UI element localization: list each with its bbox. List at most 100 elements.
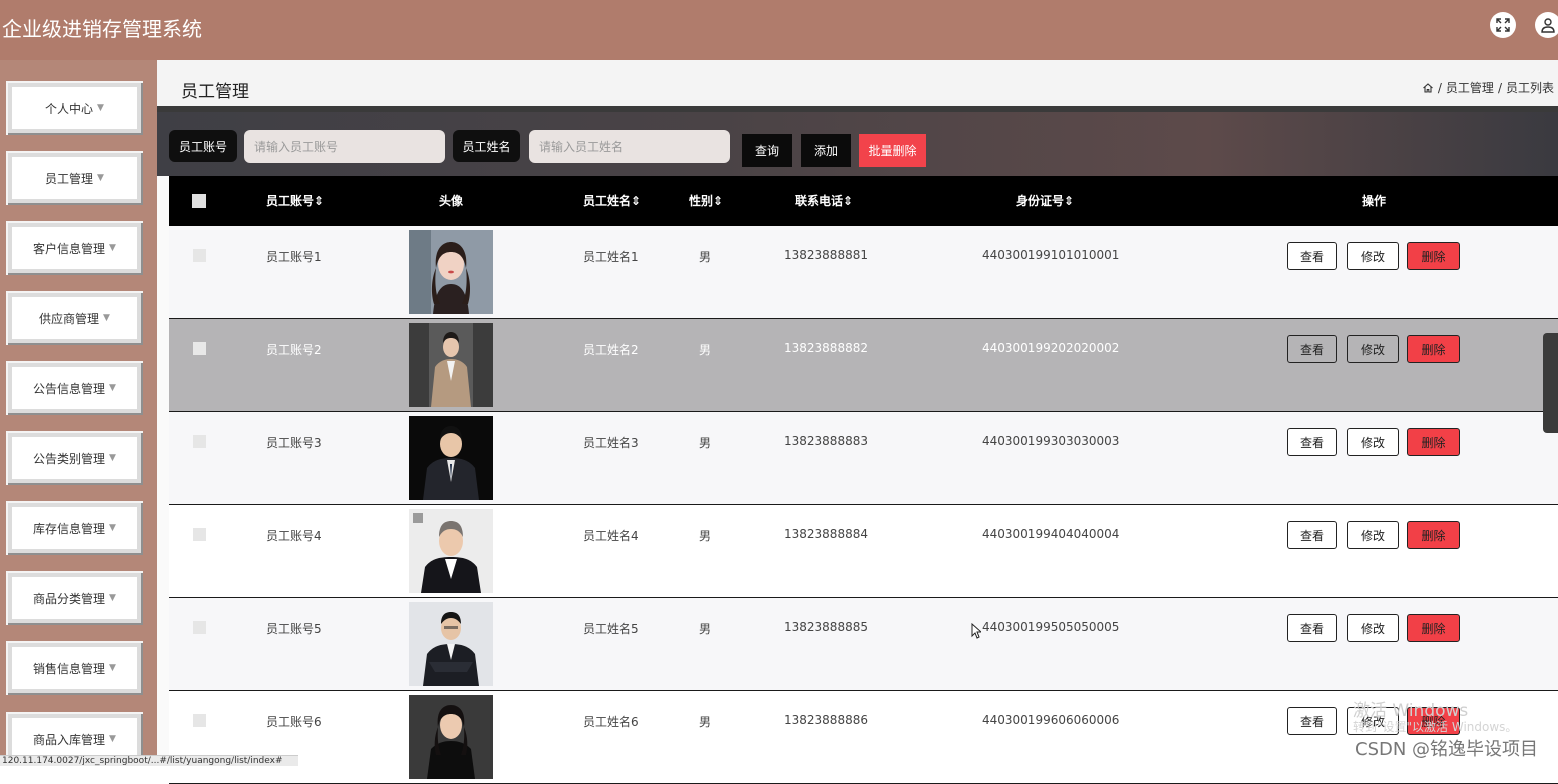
caret-down-icon: ▼: [109, 453, 116, 463]
sidebar-item-label: 客户信息管理: [33, 241, 106, 256]
cell-name: 员工姓名5: [583, 622, 639, 636]
cell-name: 员工姓名6: [583, 715, 639, 729]
account-label: 员工账号: [169, 130, 237, 162]
delete-button[interactable]: 删除: [1407, 335, 1460, 363]
cell-gender: 男: [699, 715, 712, 729]
sidebar-item-label: 库存信息管理: [33, 521, 106, 536]
name-search-input[interactable]: [529, 130, 730, 163]
th-avatar: 头像: [439, 194, 464, 208]
cell-id-card: 440300199606060006: [982, 713, 1120, 727]
cell-gender: 男: [699, 250, 712, 264]
batch-delete-button[interactable]: 批量删除: [859, 134, 926, 167]
th-account[interactable]: 员工账号⇕: [266, 176, 324, 226]
fullscreen-icon[interactable]: [1490, 12, 1516, 38]
csdn-watermark: CSDN @铭逸毕设项目: [1355, 739, 1539, 760]
cell-gender: 男: [699, 529, 712, 543]
caret-down-icon: ▼: [109, 523, 116, 533]
view-button[interactable]: 查看: [1287, 521, 1337, 549]
th-id-card[interactable]: 身份证号⇕: [1016, 176, 1074, 226]
row-checkbox[interactable]: [193, 621, 206, 634]
sidebar-item-employee[interactable]: 员工管理 ▼: [6, 151, 143, 205]
breadcrumb: / 员工管理 / 员工列表: [1422, 79, 1554, 96]
cell-name: 员工姓名3: [583, 436, 639, 450]
view-button[interactable]: 查看: [1287, 614, 1337, 642]
cell-account: 员工账号4: [266, 529, 322, 543]
sidebar-item-label: 销售信息管理: [33, 661, 106, 676]
edit-button[interactable]: 修改: [1347, 242, 1399, 270]
row-checkbox[interactable]: [193, 714, 206, 727]
account-search-input[interactable]: [244, 130, 445, 163]
breadcrumb-employee-list: 员工列表: [1505, 81, 1554, 95]
cell-account: 员工账号6: [266, 715, 322, 729]
delete-button[interactable]: 删除: [1407, 614, 1460, 642]
sidebar-item-label: 供应商管理: [39, 311, 100, 326]
th-name[interactable]: 员工姓名⇕: [583, 176, 641, 226]
delete-button[interactable]: 删除: [1407, 242, 1460, 270]
avatar: [409, 323, 493, 407]
avatar: [409, 509, 493, 593]
query-button[interactable]: 查询: [742, 134, 792, 167]
edit-button[interactable]: 修改: [1347, 428, 1399, 456]
sidebar-item-notice-category[interactable]: 公告类别管理 ▼: [6, 431, 143, 485]
cell-id-card: 440300199404040004: [982, 527, 1120, 541]
user-icon[interactable]: [1535, 12, 1558, 38]
cell-account: 员工账号1: [266, 250, 322, 264]
delete-button[interactable]: 删除: [1407, 428, 1460, 456]
sidebar-item-label: 商品入库管理: [33, 732, 106, 747]
select-all-checkbox[interactable]: [192, 194, 206, 208]
sidebar-item-inventory[interactable]: 库存信息管理 ▼: [6, 501, 143, 555]
cell-gender: 男: [699, 436, 712, 450]
row-checkbox[interactable]: [193, 435, 206, 448]
avatar: [409, 602, 493, 686]
view-button[interactable]: 查看: [1287, 242, 1337, 270]
view-button[interactable]: 查看: [1287, 428, 1337, 456]
cell-id-card: 440300199303030003: [982, 434, 1120, 448]
caret-down-icon: ▼: [109, 593, 116, 603]
sidebar-item-personal-center[interactable]: 个人中心 ▼: [6, 81, 143, 135]
cell-name: 员工姓名4: [583, 529, 639, 543]
sidebar-item-sales[interactable]: 销售信息管理 ▼: [6, 641, 143, 695]
app-title: 企业级进销存管理系统: [2, 17, 202, 41]
edit-button[interactable]: 修改: [1347, 521, 1399, 549]
sidebar-item-supplier[interactable]: 供应商管理 ▼: [6, 291, 143, 345]
cell-account: 员工账号5: [266, 622, 322, 636]
page-header: 员工管理 / 员工管理 / 员工列表: [157, 60, 1558, 106]
table-row: 员工账号4 员工姓名4 男 13823888884 44030019940404…: [169, 505, 1558, 598]
sidebar-item-label: 公告信息管理: [33, 381, 106, 396]
sidebar-item-notice[interactable]: 公告信息管理 ▼: [6, 361, 143, 415]
delete-button[interactable]: 删除: [1407, 521, 1460, 549]
add-button[interactable]: 添加: [801, 134, 851, 167]
sidebar-item-customer[interactable]: 客户信息管理 ▼: [6, 221, 143, 275]
breadcrumb-sep: /: [1497, 80, 1502, 95]
edit-button[interactable]: 修改: [1347, 335, 1399, 363]
scrollbar-thumb[interactable]: [1543, 333, 1558, 433]
main-content: 员工管理 / 员工管理 / 员工列表 员工账号 员工姓名 查询 添加 批量删除 …: [157, 60, 1558, 784]
row-checkbox[interactable]: [193, 249, 206, 262]
sort-icon: ⇕: [631, 194, 642, 208]
breadcrumb-employee[interactable]: 员工管理: [1446, 79, 1494, 96]
th-gender[interactable]: 性别⇕: [689, 176, 723, 226]
home-icon[interactable]: [1422, 82, 1434, 94]
cell-phone: 13823888886: [784, 713, 868, 727]
view-button[interactable]: 查看: [1287, 707, 1337, 735]
sidebar: 个人中心 ▼ 员工管理 ▼ 客户信息管理 ▼ 供应商管理 ▼ 公告信息管理 ▼ 公告类别管…: [0, 60, 157, 766]
top-bar: 企业级进销存管理系统: [0, 0, 1558, 60]
row-checkbox[interactable]: [193, 528, 206, 541]
name-label: 员工姓名: [453, 130, 520, 162]
caret-down-icon: ▼: [109, 383, 116, 393]
caret-down-icon: ▼: [109, 243, 116, 253]
sidebar-item-label: 个人中心: [45, 101, 94, 116]
cell-id-card: 440300199202020002: [982, 341, 1120, 355]
cell-phone: 13823888883: [784, 434, 868, 448]
edit-button[interactable]: 修改: [1347, 614, 1399, 642]
table-row: 员工账号1 员工姓名1 男 13823888881 44030019910101…: [169, 226, 1558, 319]
th-phone[interactable]: 联系电话⇕: [795, 176, 853, 226]
sort-icon: ⇕: [1064, 194, 1075, 208]
row-checkbox[interactable]: [193, 342, 206, 355]
sort-icon: ⇕: [314, 194, 325, 208]
caret-down-icon: ▼: [109, 663, 116, 673]
breadcrumb-sep: /: [1437, 80, 1442, 95]
view-button[interactable]: 查看: [1287, 335, 1337, 363]
sidebar-item-goods-category[interactable]: 商品分类管理 ▼: [6, 571, 143, 625]
table-row: 员工账号6 员工姓名6 男 13823888886 44030019960606…: [169, 691, 1558, 784]
